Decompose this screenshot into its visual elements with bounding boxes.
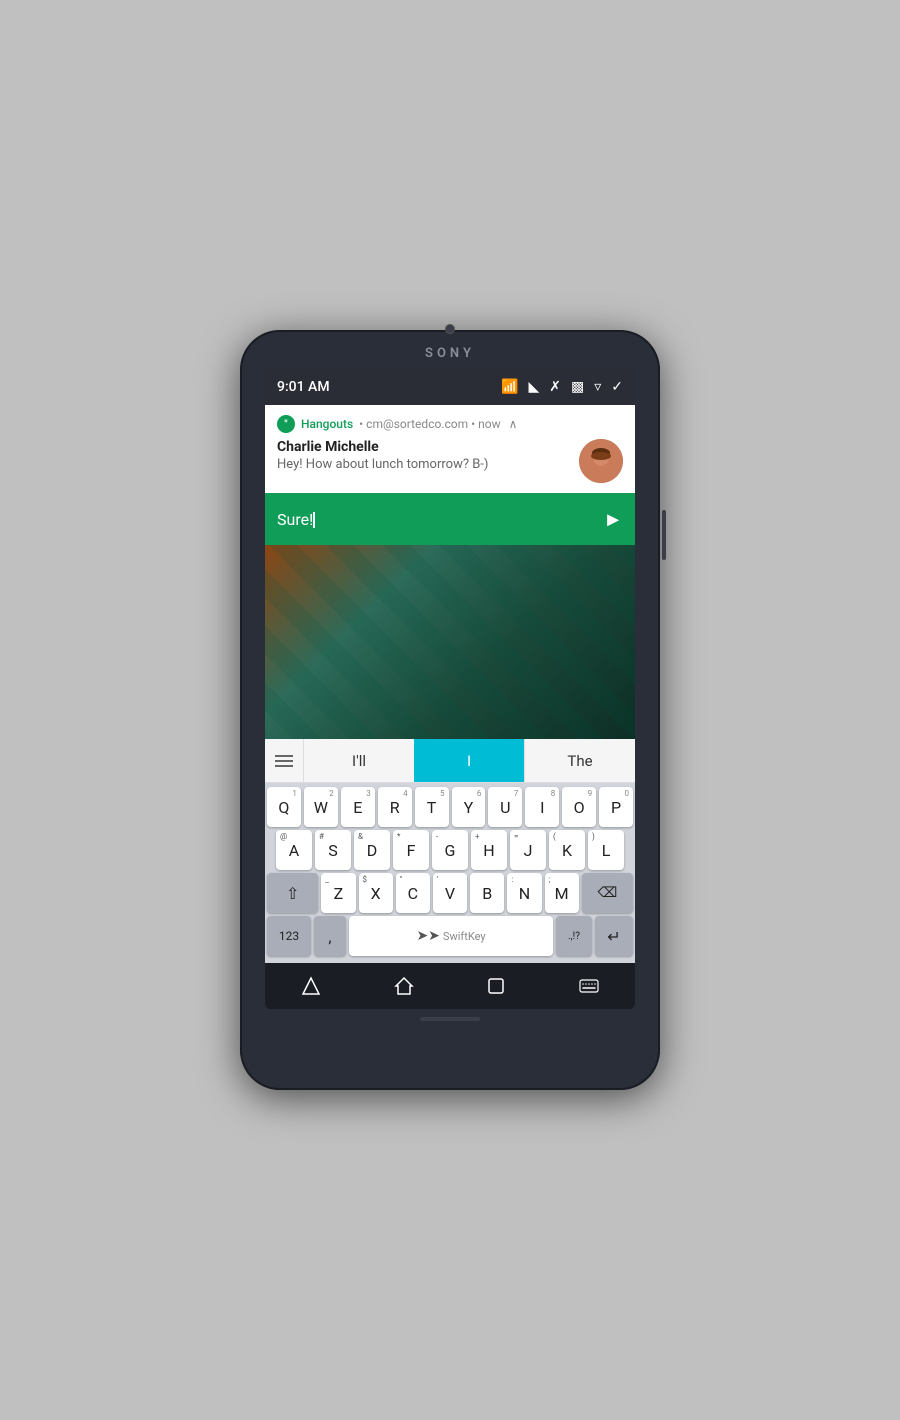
notification-card: " Hangouts • cm@sortedco.com • now ∧ Cha… <box>265 405 635 493</box>
key-d[interactable]: &D <box>354 830 390 870</box>
bluetooth-icon: ✗ <box>549 379 561 395</box>
hamburger-icon <box>275 755 293 767</box>
predictive-word-1[interactable]: I'll <box>303 739 414 782</box>
notification-header: " Hangouts • cm@sortedco.com • now ∧ <box>277 415 623 433</box>
key-n[interactable]: :N <box>507 873 541 913</box>
avatar-face <box>579 439 623 483</box>
key-e[interactable]: 3E <box>341 787 375 827</box>
rotate-icon: ◣ <box>528 379 539 395</box>
key-q[interactable]: 1Q <box>267 787 301 827</box>
shift-key[interactable]: ⇧ <box>267 873 318 913</box>
space-key[interactable]: ➤➤ SwiftKey <box>349 916 553 956</box>
notification-text-area: Charlie Michelle Hey! How about lunch to… <box>277 439 571 472</box>
brand-label: SONY <box>425 346 475 361</box>
key-w[interactable]: 2W <box>304 787 338 827</box>
flashlight-icon: ▿ <box>594 379 601 395</box>
keyboard: 1Q 2W 3E 4R 5T 6Y 7U 8I 9O 0P @A #S &D *… <box>265 783 635 963</box>
phone-top-bar: SONY <box>248 342 652 369</box>
key-k[interactable]: (K <box>549 830 585 870</box>
key-b[interactable]: B <box>470 873 504 913</box>
notification-body: Charlie Michelle Hey! How about lunch to… <box>277 439 623 483</box>
phone-bottom-bar <box>420 1017 480 1021</box>
key-row-4: 123 , ➤➤ SwiftKey .,!? ↵ <box>267 916 633 956</box>
key-v[interactable]: 'V <box>433 873 467 913</box>
key-s[interactable]: #S <box>315 830 351 870</box>
key-y[interactable]: 6Y <box>452 787 486 827</box>
avatar <box>579 439 623 483</box>
enter-key[interactable]: ↵ <box>595 916 633 956</box>
keyboard-button[interactable] <box>569 971 609 1001</box>
reply-text: Sure! <box>277 510 313 529</box>
key-row-2: @A #S &D *F -G +H =J (K )L <box>267 830 633 870</box>
key-j[interactable]: =J <box>510 830 546 870</box>
bottom-nav <box>265 963 635 1009</box>
notification-meta: • cm@sortedco.com • now <box>359 417 501 431</box>
screen: 9:01 AM 📶 ◣ ✗ ▩ ▿ ✓ " Hangouts • cm@sort… <box>265 369 635 1009</box>
reply-input[interactable]: Sure! <box>277 510 603 529</box>
punctuation-key[interactable]: .,!? <box>556 916 592 956</box>
comma-key[interactable]: , <box>314 916 346 956</box>
hangouts-icon: " <box>277 415 295 433</box>
key-x[interactable]: $X <box>359 873 393 913</box>
wallpaper <box>265 545 635 739</box>
wifi-icon: 📶 <box>501 379 518 395</box>
key-p[interactable]: 0P <box>599 787 633 827</box>
side-button[interactable] <box>662 510 666 560</box>
key-h[interactable]: +H <box>471 830 507 870</box>
cast-icon: ▩ <box>571 379 584 395</box>
predictive-menu-icon[interactable] <box>265 739 303 782</box>
key-l[interactable]: )L <box>588 830 624 870</box>
key-row-3: ⇧ _Z $X "C 'V B :N ;M ⌫ <box>267 873 633 913</box>
key-a[interactable]: @A <box>276 830 312 870</box>
notification-chevron-icon[interactable]: ∧ <box>509 417 518 431</box>
key-c[interactable]: "C <box>396 873 430 913</box>
key-r[interactable]: 4R <box>378 787 412 827</box>
key-g[interactable]: -G <box>432 830 468 870</box>
cursor <box>313 512 315 528</box>
status-time: 9:01 AM <box>277 379 330 395</box>
predictive-word-2[interactable]: I <box>414 739 524 782</box>
key-t[interactable]: 5T <box>415 787 449 827</box>
key-u[interactable]: 7U <box>488 787 522 827</box>
back-button[interactable] <box>291 971 331 1001</box>
recents-button[interactable] <box>476 971 516 1001</box>
predictive-word-3[interactable]: The <box>524 739 635 782</box>
key-row-1: 1Q 2W 3E 4R 5T 6Y 7U 8I 9O 0P <box>267 787 633 827</box>
reply-area[interactable]: Sure! ► <box>265 493 635 545</box>
phone-device: SONY 9:01 AM 📶 ◣ ✗ ▩ ▿ ✓ " Hangouts • cm… <box>240 330 660 1090</box>
key-i[interactable]: 8I <box>525 787 559 827</box>
predictive-bar[interactable]: I'll I The <box>265 739 635 783</box>
send-button[interactable]: ► <box>603 507 623 532</box>
status-icons: 📶 ◣ ✗ ▩ ▿ ✓ <box>501 379 623 395</box>
notification-message: Hey! How about lunch tomorrow? B-) <box>277 457 571 472</box>
expand-icon: ✓ <box>611 379 623 395</box>
key-f[interactable]: *F <box>393 830 429 870</box>
key-m[interactable]: ;M <box>545 873 579 913</box>
key-o[interactable]: 9O <box>562 787 596 827</box>
numbers-key[interactable]: 123 <box>267 916 311 956</box>
key-z[interactable]: _Z <box>321 873 355 913</box>
home-button[interactable] <box>384 971 424 1001</box>
backspace-key[interactable]: ⌫ <box>582 873 633 913</box>
wallpaper-overlay <box>265 545 635 739</box>
notification-app-name: Hangouts <box>301 417 353 431</box>
notification-sender: Charlie Michelle <box>277 439 571 455</box>
status-bar: 9:01 AM 📶 ◣ ✗ ▩ ▿ ✓ <box>265 369 635 405</box>
front-camera <box>445 324 455 334</box>
